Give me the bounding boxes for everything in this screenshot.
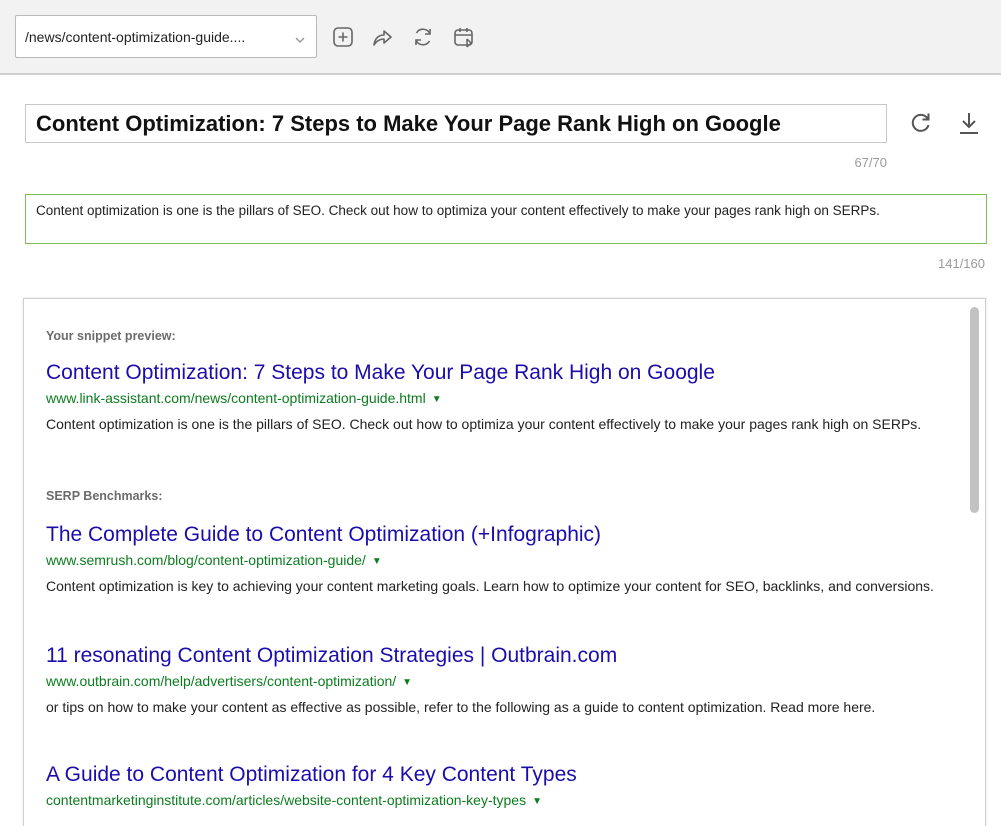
benchmark-url-text: contentmarketinginstitute.com/articles/w…: [46, 792, 527, 808]
caret-down-icon[interactable]: ▼: [402, 677, 412, 688]
benchmark-url: www.semrush.com/blog/content-optimizatio…: [46, 552, 946, 568]
benchmark-result: The Complete Guide to Content Optimizati…: [46, 523, 946, 596]
download-icon[interactable]: [956, 110, 982, 136]
snippet-description: Content optimization is one is the pilla…: [46, 416, 922, 432]
benchmark-title[interactable]: A Guide to Content Optimization for 4 Ke…: [46, 763, 946, 787]
title-input[interactable]: [25, 104, 887, 143]
serp-benchmarks-label: SERP Benchmarks:: [46, 489, 163, 503]
refresh-icon[interactable]: [411, 25, 435, 49]
benchmark-title[interactable]: 11 resonating Content Optimization Strat…: [46, 644, 946, 668]
snippet-url: www.link-assistant.com/news/content-opti…: [46, 390, 946, 406]
benchmark-url: www.outbrain.com/help/advertisers/conten…: [46, 673, 946, 689]
benchmark-description: or tips on how to make your content as e…: [46, 699, 876, 715]
share-icon[interactable]: [370, 25, 394, 49]
benchmark-title[interactable]: The Complete Guide to Content Optimizati…: [46, 523, 946, 547]
toolbar: /news/content-optimization-guide....: [0, 0, 1001, 75]
benchmark-url-text: www.semrush.com/blog/content-optimizatio…: [46, 552, 366, 568]
caret-down-icon[interactable]: ▼: [432, 394, 442, 405]
description-input[interactable]: Content optimization is one is the pilla…: [25, 194, 987, 244]
schedule-icon[interactable]: [452, 25, 476, 49]
benchmark-url-text: www.outbrain.com/help/advertisers/conten…: [46, 673, 397, 689]
benchmark-url: contentmarketinginstitute.com/articles/w…: [46, 792, 946, 808]
snippet-title[interactable]: Content Optimization: 7 Steps to Make Yo…: [46, 361, 946, 385]
caret-down-icon[interactable]: ▼: [532, 796, 542, 807]
snippet-result: Content Optimization: 7 Steps to Make Yo…: [46, 361, 946, 434]
description-char-counter: 141/160: [938, 256, 985, 271]
add-icon[interactable]: [331, 25, 355, 49]
benchmark-result: 11 resonating Content Optimization Strat…: [46, 644, 946, 717]
benchmark-result: A Guide to Content Optimization for 4 Ke…: [46, 763, 946, 808]
title-char-counter: 67/70: [854, 155, 887, 170]
caret-down-icon[interactable]: ▼: [372, 556, 382, 567]
benchmark-description: Content optimization is key to achieving…: [46, 578, 934, 594]
snippet-preview-label: Your snippet preview:: [46, 329, 176, 343]
preview-scrollbar[interactable]: [970, 307, 979, 513]
snippet-preview-panel: Your snippet preview: Content Optimizati…: [23, 298, 986, 826]
url-dropdown-value: /news/content-optimization-guide....: [25, 28, 246, 45]
snippet-url-text: www.link-assistant.com/news/content-opti…: [46, 390, 426, 406]
chevron-down-icon: [294, 31, 306, 47]
url-dropdown[interactable]: /news/content-optimization-guide....: [15, 15, 317, 58]
refresh-icon[interactable]: [908, 110, 934, 136]
